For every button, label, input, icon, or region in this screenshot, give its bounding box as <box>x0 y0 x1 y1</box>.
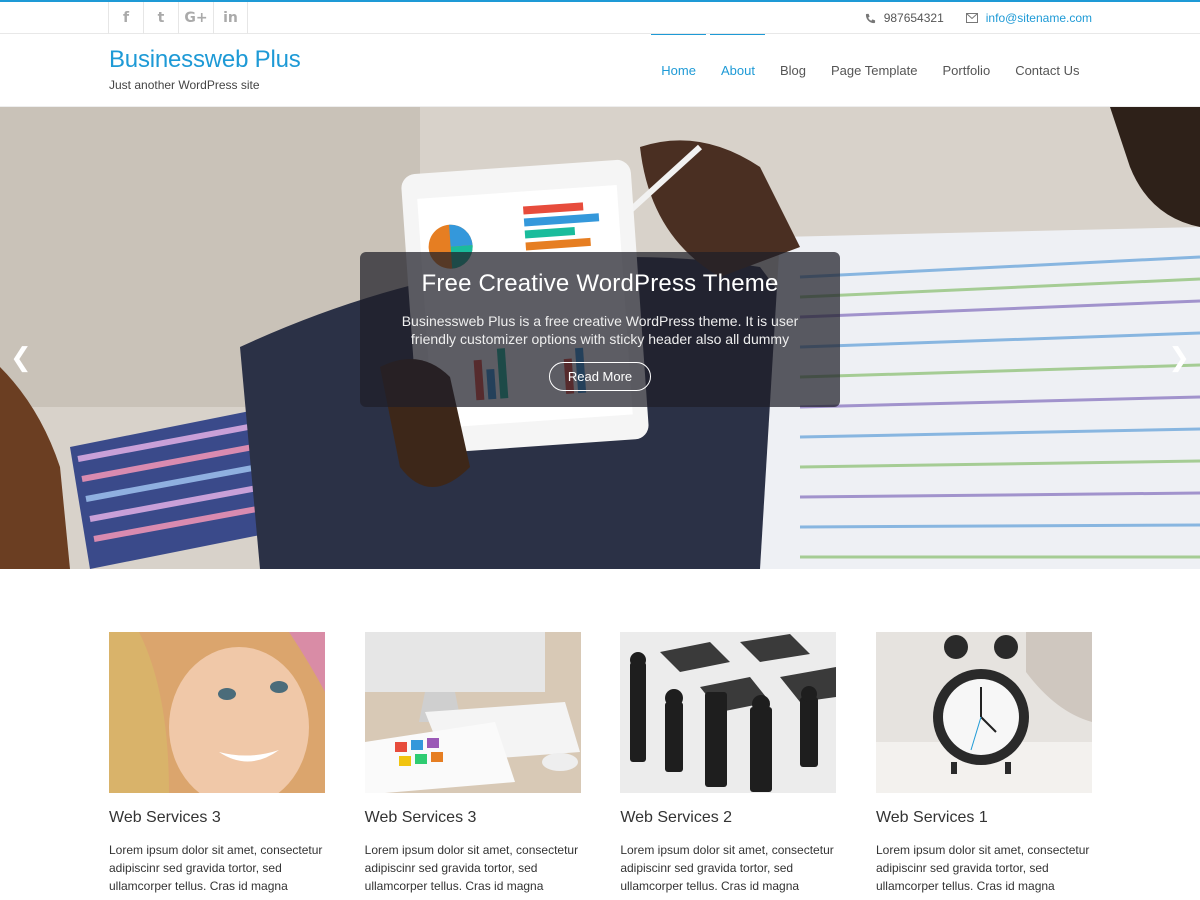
linkedin-icon[interactable]: in <box>213 2 248 34</box>
nav-item-page-template[interactable]: Page Template <box>818 34 930 107</box>
email-contact[interactable]: info@sitename.com <box>965 11 1092 25</box>
service-card: Web Services 3 Lorem ipsum dolor sit ame… <box>364 632 581 900</box>
nav-item-contact-us[interactable]: Contact Us <box>1003 34 1092 107</box>
service-image-chess[interactable] <box>620 632 837 793</box>
slide-title: Free Creative WordPress Theme <box>421 270 779 297</box>
facebook-icon[interactable]: f <box>108 2 143 34</box>
site-header: Businessweb Plus Just another WordPress … <box>0 34 1200 107</box>
slide-text: Businessweb Plus is a free creative Word… <box>401 313 799 347</box>
chevron-right-icon[interactable]: ❯ <box>1168 343 1190 373</box>
service-image-girl[interactable] <box>109 632 325 793</box>
site-tagline: Just another WordPress site <box>109 78 260 92</box>
slide-caption: Free Creative WordPress Theme Businesswe… <box>360 252 840 407</box>
main-navigation: Home About Blog Page Template Portfolio … <box>649 34 1092 107</box>
service-image-clock[interactable] <box>875 632 1092 793</box>
service-card: Web Services 1 Lorem ipsum dolor sit ame… <box>875 632 1092 900</box>
service-text: Lorem ipsum dolor sit amet, consectetur … <box>109 843 323 900</box>
service-text: Lorem ipsum dolor sit amet, consectetur … <box>875 843 1090 900</box>
phone-icon <box>865 13 875 23</box>
social-links: f t G+ in <box>108 2 248 34</box>
google-plus-icon[interactable]: G+ <box>178 2 213 34</box>
nav-item-home[interactable]: Home <box>649 34 709 107</box>
read-more-button[interactable]: Read More <box>548 362 652 391</box>
services-section: Web Services 3 Lorem ipsum dolor sit ame… <box>109 632 1092 900</box>
contact-info: 987654321 info@sitename.com <box>843 2 1092 34</box>
top-bar: f t G+ in 987654321 info@sitename.com <box>0 0 1200 34</box>
chevron-left-icon[interactable]: ❮ <box>10 343 32 373</box>
service-text: Lorem ipsum dolor sit amet, consectetur … <box>620 843 834 900</box>
service-title[interactable]: Web Services 1 <box>876 809 1092 827</box>
nav-item-blog[interactable]: Blog <box>767 34 818 107</box>
service-text: Lorem ipsum dolor sit amet, consectetur … <box>364 843 579 900</box>
service-image-desk[interactable] <box>364 632 581 793</box>
envelope-icon <box>965 13 978 23</box>
hero-slider: Free Creative WordPress Theme Businesswe… <box>0 107 1200 569</box>
site-branding: Businessweb Plus Just another WordPress … <box>109 46 301 92</box>
service-title[interactable]: Web Services 3 <box>109 809 325 827</box>
phone-contact: 987654321 <box>865 11 944 25</box>
site-title[interactable]: Businessweb Plus <box>109 46 301 74</box>
service-title[interactable]: Web Services 2 <box>620 809 836 827</box>
service-title[interactable]: Web Services 3 <box>365 809 581 827</box>
nav-item-about[interactable]: About <box>708 34 767 107</box>
service-card: Web Services 3 Lorem ipsum dolor sit ame… <box>109 632 325 900</box>
email-link[interactable]: info@sitename.com <box>986 11 1092 25</box>
service-card: Web Services 2 Lorem ipsum dolor sit ame… <box>620 632 837 900</box>
twitter-icon[interactable]: t <box>143 2 178 34</box>
nav-item-portfolio[interactable]: Portfolio <box>930 34 1003 107</box>
phone-number: 987654321 <box>883 11 944 25</box>
